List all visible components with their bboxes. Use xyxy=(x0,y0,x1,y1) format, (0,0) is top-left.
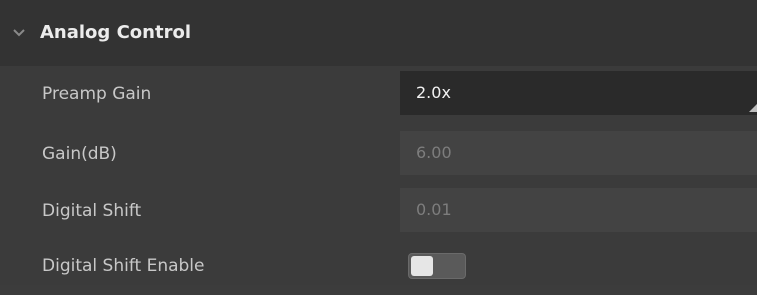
digital-shift-field: 0.01 xyxy=(400,188,757,232)
digital-shift-enable-label: Digital Shift Enable xyxy=(42,256,205,276)
property-row-preamp-gain: Preamp Gain 2.0x xyxy=(0,66,757,123)
gain-db-label: Gain(dB) xyxy=(42,144,117,164)
toggle-knob xyxy=(411,256,433,276)
digital-shift-value: 0.01 xyxy=(416,200,452,219)
section-header-analog-control[interactable]: Analog Control xyxy=(0,0,757,66)
gain-db-field: 6.00 xyxy=(400,131,757,175)
chevron-down-icon[interactable] xyxy=(13,29,25,37)
preamp-gain-dropdown[interactable]: 2.0x xyxy=(400,71,757,115)
dropdown-corner-icon xyxy=(749,104,757,112)
property-row-gain-db: Gain(dB) 6.00 xyxy=(0,126,757,183)
preamp-gain-label: Preamp Gain xyxy=(42,84,152,104)
section-title: Analog Control xyxy=(40,22,191,43)
gain-db-value: 6.00 xyxy=(416,143,452,162)
analog-control-panel: Analog Control Preamp Gain 2.0x Gain(dB)… xyxy=(0,0,757,285)
property-row-digital-shift-enable: Digital Shift Enable xyxy=(0,238,757,295)
preamp-gain-value: 2.0x xyxy=(416,83,451,102)
digital-shift-enable-toggle[interactable] xyxy=(408,253,466,279)
property-row-digital-shift: Digital Shift 0.01 xyxy=(0,183,757,240)
digital-shift-label: Digital Shift xyxy=(42,201,142,221)
